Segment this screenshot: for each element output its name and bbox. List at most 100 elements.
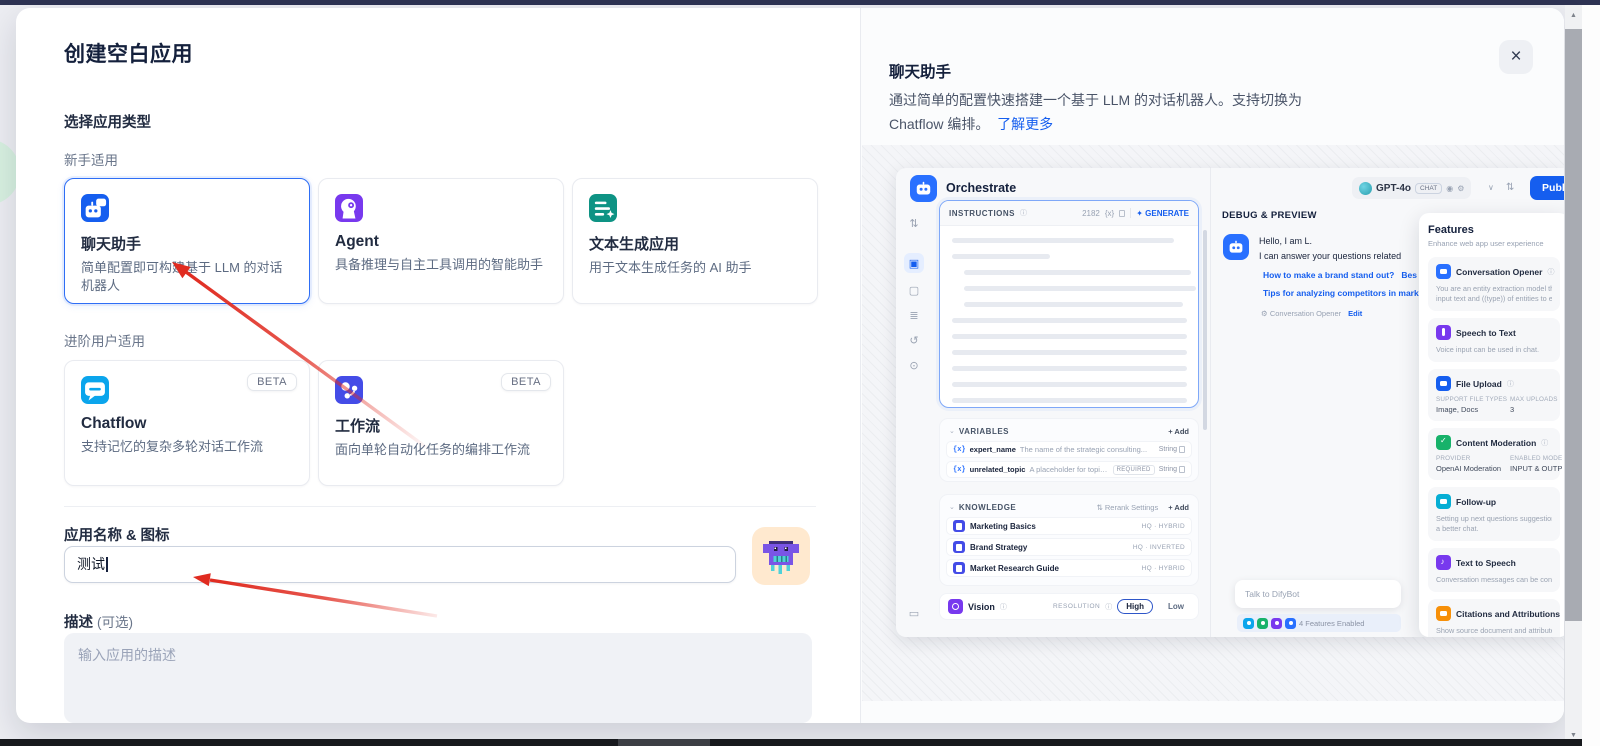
- suggested-question[interactable]: Tips for analyzing competitors in marke: [1263, 288, 1423, 298]
- bot-avatar: [1223, 234, 1249, 260]
- app-type-card-text-generator[interactable]: 文本生成应用 用于文本生成任务的 AI 助手: [572, 178, 818, 304]
- knowledge-row[interactable]: Market Research Guide HQ · HYBRID: [946, 559, 1192, 577]
- app-name-value: 测试: [77, 556, 105, 572]
- vision-label: Vision: [968, 602, 995, 612]
- feature-file-upload[interactable]: File Uploadⓘ SUPPORT FILE TYPESImage, Do…: [1428, 369, 1560, 421]
- vision-row: Vision ⓘ RESOLUTION ⓘ High Low: [939, 593, 1199, 620]
- feature-mini-icon: [1285, 618, 1296, 629]
- learn-more-link[interactable]: 了解更多: [997, 116, 1053, 132]
- resolution-label: RESOLUTION: [1053, 603, 1100, 610]
- browser-scrollbar[interactable]: ▲ ▼: [1565, 5, 1582, 746]
- preview-scrollbar-thumb[interactable]: [1203, 230, 1207, 430]
- beta-badge: BETA: [247, 373, 297, 391]
- app-type-card-workflow[interactable]: BETA 工作流 面向单轮自动化任务的编排工作流: [318, 360, 564, 486]
- card-desc: 具备推理与自主工具调用的智能助手: [335, 256, 547, 274]
- app-type-card-chatflow[interactable]: BETA Chatflow 支持记忆的复杂多轮对话工作流: [64, 360, 310, 486]
- scroll-up-icon[interactable]: ▲: [1565, 7, 1582, 23]
- knowledge-row[interactable]: Brand Strategy HQ · INVERTED: [946, 538, 1192, 556]
- sidebar-panel-icon[interactable]: ▭: [904, 603, 924, 623]
- variable-row[interactable]: {x} expert_name The name of the strategi…: [946, 441, 1192, 458]
- card-title: 聊天助手: [81, 233, 293, 254]
- sidebar-image-icon[interactable]: ▢: [904, 280, 924, 300]
- features-title: Features: [1428, 224, 1560, 236]
- choose-type-label: 选择应用类型: [64, 111, 151, 132]
- app-type-card-chat-assistant[interactable]: 聊天助手 简单配置即可构建基于 LLM 的对话机器人: [64, 178, 310, 304]
- card-desc: 简单配置即可构建基于 LLM 的对话机器人: [81, 259, 293, 296]
- generate-button[interactable]: ✦ GENERATE: [1136, 209, 1189, 218]
- retrieval-tag: HQ · HYBRID: [1142, 565, 1185, 572]
- app-type-card-agent[interactable]: Agent 具备推理与自主工具调用的智能助手: [318, 178, 564, 304]
- instructions-label: INSTRUCTIONS: [949, 209, 1015, 218]
- variables-label: VARIABLES: [959, 427, 1009, 436]
- mini-sidebar: ⇅ ▣ ▢ ≣ ↺ ⊙ ▭: [896, 208, 932, 637]
- chat-input[interactable]: Talk to DifyBot: [1235, 580, 1401, 608]
- dataset-icon: [953, 541, 965, 553]
- close-button[interactable]: ×: [1499, 40, 1533, 74]
- bottom-bar: [0, 739, 1582, 746]
- info-icon: ⓘ: [1000, 602, 1007, 612]
- shield-check-icon: [1436, 435, 1451, 450]
- features-enabled-label: 4 Features Enabled: [1299, 619, 1364, 628]
- resolution-low-button[interactable]: Low: [1162, 600, 1190, 613]
- conversation-opener-note: ⚙ Conversation OpenerEdit: [1261, 309, 1362, 318]
- info-icon: ⓘ: [1105, 602, 1112, 612]
- knowledge-row[interactable]: Marketing Basics HQ · HYBRID: [946, 517, 1192, 535]
- text-generate-icon: [589, 194, 617, 222]
- info-icon: ⓘ: [1020, 208, 1027, 218]
- card-desc: 用于文本生成任务的 AI 助手: [589, 259, 801, 277]
- info-icon: ⓘ: [1507, 379, 1514, 389]
- feature-content-moderation[interactable]: Content Moderationⓘ PROVIDEROpenAI Moder…: [1428, 428, 1560, 480]
- chatflow-icon: [81, 376, 109, 404]
- sidebar-sort-icon[interactable]: ⇅: [904, 213, 924, 233]
- card-title: Agent: [335, 233, 547, 251]
- edit-link[interactable]: Edit: [1348, 309, 1362, 318]
- feature-conversation-opener[interactable]: Conversation Openerⓘ You are an entity e…: [1428, 257, 1560, 311]
- collapse-icon[interactable]: ⌄: [949, 427, 955, 435]
- sidebar-doc-icon[interactable]: ≣: [904, 305, 924, 325]
- knowledge-panel: ⌄ KNOWLEDGE ⇅ Rerank Settings + Add Mark…: [939, 494, 1199, 586]
- app-name-input[interactable]: 测试: [64, 546, 736, 583]
- app-icon-picker[interactable]: [752, 527, 810, 585]
- retrieval-tag: HQ · INVERTED: [1133, 544, 1185, 551]
- folder-icon: [1436, 376, 1451, 391]
- edit-icon: [1179, 446, 1185, 453]
- params-icon[interactable]: ⇅: [1506, 182, 1514, 193]
- card-title: 文本生成应用: [589, 233, 801, 254]
- quote-icon: [1436, 606, 1451, 621]
- collapse-icon[interactable]: ⌄: [949, 503, 955, 511]
- microphone-icon: [1436, 325, 1451, 340]
- desc-textarea[interactable]: 输入应用的描述: [64, 633, 812, 723]
- text-cursor: [106, 557, 108, 572]
- chat-bubble-icon: [1436, 264, 1451, 279]
- tune-icon: ◉: [1446, 184, 1453, 193]
- add-variable-button[interactable]: + Add: [1168, 427, 1189, 436]
- variable-row[interactable]: {x} unrelated_topic A placeholder for to…: [946, 461, 1192, 478]
- sidebar-history-icon[interactable]: ↺: [904, 330, 924, 350]
- enabled-features-bar: 4 Features Enabled: [1237, 614, 1401, 632]
- feature-mini-icon: [1271, 618, 1282, 629]
- preview-title: 聊天助手: [889, 60, 951, 82]
- add-knowledge-button[interactable]: + Add: [1168, 503, 1189, 512]
- sidebar-orchestrate-icon[interactable]: ▣: [904, 253, 924, 273]
- model-chevron-icon[interactable]: ∨: [1488, 183, 1494, 192]
- publish-button[interactable]: Publish: [1530, 176, 1564, 200]
- sidebar-clock-icon[interactable]: ⊙: [904, 355, 924, 375]
- optional-label: (可选): [97, 615, 133, 630]
- app-preview-image: Orchestrate GPT-4o CHAT ◉ ⚙ ∨ ⇅ Publish …: [896, 168, 1564, 637]
- scrollbar-thumb[interactable]: [1565, 29, 1582, 621]
- resolution-high-button[interactable]: High: [1117, 599, 1153, 614]
- rerank-settings-button[interactable]: ⇅ Rerank Settings: [1096, 503, 1158, 512]
- instructions-text-skeleton[interactable]: [940, 226, 1198, 408]
- feature-text-to-speech[interactable]: Text to Speech Conversation messages can…: [1428, 548, 1560, 592]
- edit-icon: [1179, 466, 1185, 473]
- copy-icon[interactable]: [1119, 210, 1125, 217]
- feature-speech-to-text[interactable]: Speech to Text Voice input can be used i…: [1428, 318, 1560, 362]
- suggested-question[interactable]: How to make a brand stand out? Bes: [1263, 270, 1417, 280]
- variable-icon[interactable]: {x}: [1105, 209, 1114, 218]
- close-icon: ×: [1510, 46, 1521, 68]
- divider: [64, 506, 816, 507]
- info-icon: ⓘ: [1547, 267, 1554, 277]
- feature-citations[interactable]: Citations and Attributions Show source d…: [1428, 599, 1560, 637]
- orchestrate-title: Orchestrate: [946, 181, 1016, 195]
- feature-follow-up[interactable]: Follow-up Setting up next questions sugg…: [1428, 487, 1560, 541]
